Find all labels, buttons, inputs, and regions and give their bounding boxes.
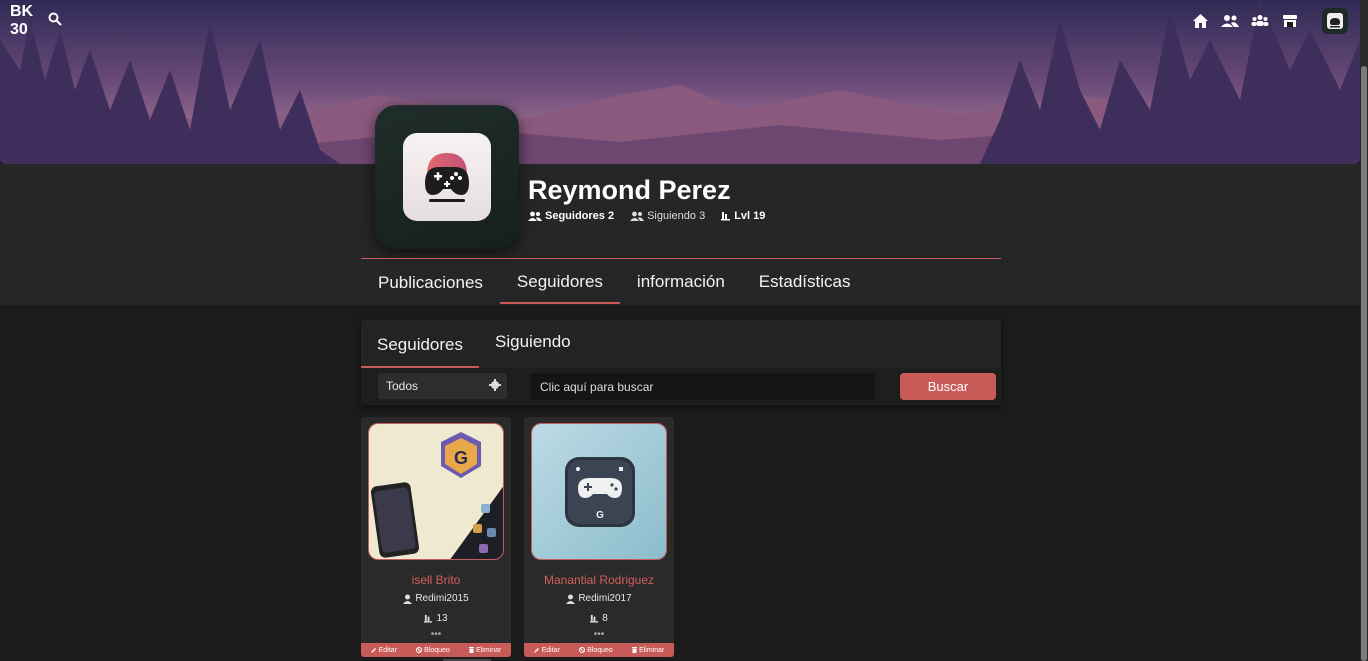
block-label: Bloqueo [587, 646, 613, 654]
tab-estadisticas[interactable]: Estadísticas [742, 258, 868, 304]
following-stat[interactable]: Siguiendo 3 [630, 210, 705, 222]
edit-label: Editar [541, 646, 560, 654]
filter-select[interactable]: Todos [378, 373, 507, 399]
follower-level-value: 8 [602, 613, 608, 624]
follower-username: Redimi2015 [361, 593, 511, 604]
more-options-icon[interactable]: ••• [361, 630, 511, 640]
block-button[interactable]: Bloqueo [579, 647, 613, 654]
delete-button[interactable]: Eliminar [469, 647, 501, 654]
follower-level-value: 13 [436, 613, 448, 624]
filter-select-value: Todos [386, 379, 419, 393]
filter-row: Todos Buscar [361, 368, 1001, 405]
tab-seguidores[interactable]: Seguidores [499, 258, 620, 304]
search-icon[interactable] [48, 12, 62, 31]
user-icon [566, 594, 576, 604]
gamepad-icon [425, 153, 469, 202]
avatar-image: G [532, 424, 666, 559]
follower-name[interactable]: isell Brito [361, 573, 511, 587]
subtab-siguiendo[interactable]: Siguiendo [479, 320, 587, 368]
ban-icon [416, 647, 423, 653]
search-button[interactable]: Buscar [900, 373, 996, 400]
delete-label: Eliminar [476, 646, 502, 654]
follower-username-text: Redimi2017 [578, 593, 632, 604]
trash-icon [632, 647, 638, 653]
block-button[interactable]: Bloqueo [416, 647, 450, 654]
users-icon [528, 211, 542, 221]
follower-username-text: Redimi2015 [415, 593, 469, 604]
profile-picture[interactable] [375, 105, 519, 249]
follower-level: 8 [524, 613, 674, 624]
follower-level: 13 [361, 613, 511, 624]
tab-informacion[interactable]: información [620, 258, 742, 304]
followers-subtabs: Seguidores Siguiendo [361, 320, 1001, 368]
banner-landscape-image [0, 0, 1360, 164]
gear-icon [489, 379, 501, 391]
more-options-icon[interactable]: ••• [524, 630, 674, 640]
follower-avatar[interactable]: G [368, 423, 504, 560]
block-label: Bloqueo [424, 646, 450, 654]
svg-text:G: G [454, 448, 468, 468]
level-icon [424, 614, 433, 623]
home-icon[interactable] [1190, 11, 1210, 31]
followers-stat[interactable]: Seguidores 2 [528, 210, 614, 222]
pencil-icon [370, 648, 376, 653]
level-stat: Lvl 19 [721, 210, 765, 222]
followers-panel: Seguidores Siguiendo Todos Buscar [361, 320, 1001, 405]
follower-username: Redimi2017 [524, 593, 674, 604]
follower-name[interactable]: Manantial Rodriguez [524, 573, 674, 587]
card-actions: Editar Bloqueo Eliminar [524, 643, 674, 657]
edit-button[interactable]: Editar [533, 646, 560, 654]
subtab-seguidores[interactable]: Seguidores [361, 320, 480, 368]
pencil-icon [533, 648, 539, 653]
level-value: Lvl 19 [734, 210, 766, 222]
search-input[interactable] [530, 373, 875, 400]
ban-icon [579, 647, 586, 653]
user-avatar[interactable] [1322, 8, 1348, 34]
edit-button[interactable]: Editar [370, 646, 397, 654]
following-count: Siguiendo 3 [647, 210, 706, 222]
profile-tabs: Publicaciones Seguidores información Est… [361, 258, 1001, 304]
scrollbar-thumb[interactable] [1361, 66, 1367, 661]
followers-count: Seguidores 2 [545, 210, 615, 222]
delete-label: Eliminar [639, 646, 665, 654]
level-icon [590, 614, 599, 623]
tab-publicaciones[interactable]: Publicaciones [361, 258, 500, 304]
users-icon[interactable] [1220, 11, 1240, 31]
svg-text:G: G [596, 510, 604, 521]
profile-stats: Seguidores 2 Siguiendo 3 Lvl 19 [528, 210, 765, 222]
follower-card[interactable]: G isell Brito Redimi2015 13 ••• Editar B… [361, 417, 511, 657]
group-icon[interactable] [1250, 11, 1270, 31]
user-icon [403, 594, 413, 604]
gamepad-icon [1327, 13, 1343, 29]
app-logo[interactable]: BK 30 [10, 3, 40, 39]
trash-icon [469, 647, 475, 653]
avatar-image: G [369, 424, 503, 559]
delete-button[interactable]: Eliminar [632, 647, 664, 654]
app-icon [403, 133, 491, 221]
profile-banner [0, 0, 1360, 164]
follower-card[interactable]: G Manantial Rodriguez Redimi2017 8 ••• E… [524, 417, 674, 657]
follower-avatar[interactable]: G [531, 423, 667, 560]
users-icon [630, 211, 645, 221]
top-navigation [1190, 8, 1348, 34]
level-icon [721, 212, 731, 221]
store-icon[interactable] [1280, 11, 1300, 31]
profile-name: Reymond Perez [528, 175, 731, 205]
card-actions: Editar Bloqueo Eliminar [361, 643, 511, 657]
edit-label: Editar [378, 646, 397, 654]
